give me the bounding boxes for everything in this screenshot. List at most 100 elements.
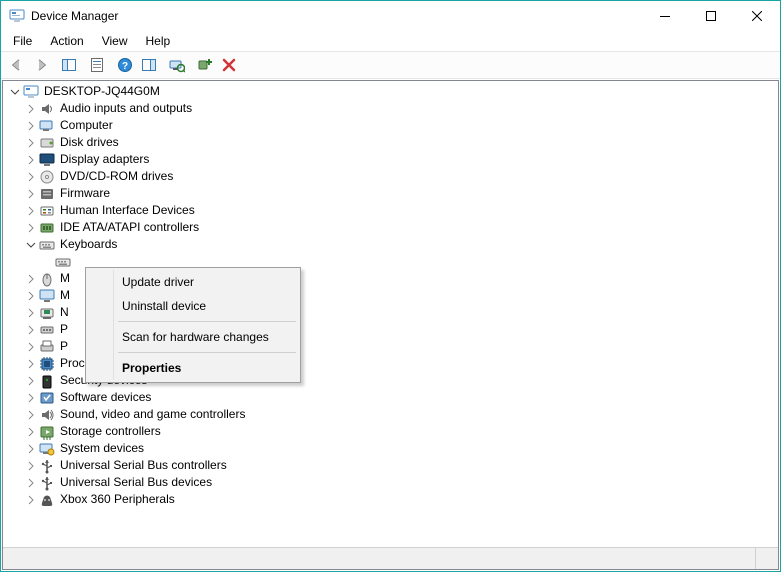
expand-icon[interactable] (23, 135, 39, 151)
status-bar (3, 547, 778, 569)
tree-category[interactable]: Audio inputs and outputs (5, 100, 776, 117)
keyboard-icon (39, 237, 55, 253)
tree-category-label: Xbox 360 Peripherals (58, 491, 177, 508)
monitor-icon (39, 288, 55, 304)
expand-icon[interactable] (23, 373, 39, 389)
context-menu-item-label: Properties (122, 361, 181, 375)
collapse-icon[interactable] (23, 237, 39, 253)
expand-icon[interactable] (23, 424, 39, 440)
expand-icon[interactable] (23, 288, 39, 304)
tree-category[interactable]: Universal Serial Bus controllers (5, 457, 776, 474)
context-menu-item[interactable]: Properties (88, 356, 298, 380)
tree-category-label: P (58, 338, 70, 355)
software-icon (39, 390, 55, 406)
expand-icon[interactable] (23, 458, 39, 474)
tree-category[interactable]: Universal Serial Bus devices (5, 474, 776, 491)
expand-icon[interactable] (23, 305, 39, 321)
disk-icon (39, 135, 55, 151)
dvd-icon (39, 169, 55, 185)
usb-icon (39, 475, 55, 491)
expand-icon[interactable] (23, 169, 39, 185)
expand-icon[interactable] (23, 271, 39, 287)
usb-icon (39, 458, 55, 474)
expand-icon[interactable] (23, 441, 39, 457)
expand-icon[interactable] (23, 322, 39, 338)
tree-category-label: Keyboards (58, 236, 119, 253)
tree-category-label: Sound, video and game controllers (58, 406, 247, 423)
menu-action[interactable]: Action (42, 33, 91, 49)
expand-icon[interactable] (23, 356, 39, 372)
tree-category[interactable]: Computer (5, 117, 776, 134)
expand-icon[interactable] (23, 339, 39, 355)
tree-category[interactable]: Software devices (5, 389, 776, 406)
tree-category-label: Disk drives (58, 134, 121, 151)
show-hide-console-tree-button[interactable] (57, 53, 81, 77)
expand-icon[interactable] (23, 152, 39, 168)
menu-view[interactable]: View (94, 33, 136, 49)
collapse-icon[interactable] (7, 84, 23, 100)
context-menu-item-label: Scan for hardware changes (122, 330, 269, 344)
expand-icon[interactable] (23, 407, 39, 423)
tree-category[interactable]: IDE ATA/ATAPI controllers (5, 219, 776, 236)
tree-category-label: Audio inputs and outputs (58, 100, 194, 117)
processor-icon (39, 356, 55, 372)
context-menu-item[interactable]: Update driver (88, 270, 298, 294)
context-menu-item[interactable]: Scan for hardware changes (88, 325, 298, 349)
tree-category[interactable]: Keyboards (5, 236, 776, 253)
tree-category[interactable]: Sound, video and game controllers (5, 406, 776, 423)
help-button[interactable]: ? (113, 53, 137, 77)
back-button[interactable] (5, 53, 29, 77)
forward-button[interactable] (29, 53, 53, 77)
keyboard-icon (55, 254, 71, 270)
context-menu-separator (118, 352, 296, 353)
uninstall-device-button[interactable] (217, 53, 241, 77)
tree-category-label: M (58, 270, 72, 287)
tree-category-label: N (58, 304, 71, 321)
firmware-icon (39, 186, 55, 202)
menu-file[interactable]: File (5, 33, 40, 49)
storage-icon (39, 424, 55, 440)
tree-category-label: Universal Serial Bus devices (58, 474, 214, 491)
expander-none (39, 254, 55, 270)
expand-icon[interactable] (23, 101, 39, 117)
tree-category[interactable]: DVD/CD-ROM drives (5, 168, 776, 185)
tree-category-label: Human Interface Devices (58, 202, 197, 219)
context-menu-item-label: Uninstall device (122, 299, 206, 313)
menu-help[interactable]: Help (138, 33, 179, 49)
tree-category[interactable]: Display adapters (5, 151, 776, 168)
tree-category[interactable]: Human Interface Devices (5, 202, 776, 219)
tree-category[interactable]: Xbox 360 Peripherals (5, 491, 776, 508)
action-pane-button[interactable] (137, 53, 161, 77)
expand-icon[interactable] (23, 475, 39, 491)
menu-bar: File Action View Help (1, 31, 780, 51)
xbox-icon (39, 492, 55, 508)
minimize-button[interactable] (642, 1, 688, 31)
system-icon (39, 441, 55, 457)
close-button[interactable] (734, 1, 780, 31)
port-icon (39, 322, 55, 338)
printqueue-icon (39, 339, 55, 355)
security-icon (39, 373, 55, 389)
display-icon (39, 152, 55, 168)
tree-root[interactable]: DESKTOP-JQ44G0M (5, 83, 776, 100)
tree-category[interactable]: Storage controllers (5, 423, 776, 440)
properties-button[interactable] (85, 53, 109, 77)
computer-icon (23, 84, 39, 100)
expand-icon[interactable] (23, 390, 39, 406)
ide-icon (39, 220, 55, 236)
context-menu: Update driver Uninstall device Scan for ha… (85, 267, 301, 383)
expand-icon[interactable] (23, 220, 39, 236)
expand-icon[interactable] (23, 118, 39, 134)
app-icon (9, 8, 25, 24)
expand-icon[interactable] (23, 203, 39, 219)
tree-category[interactable]: Firmware (5, 185, 776, 202)
add-legacy-hardware-button[interactable] (193, 53, 217, 77)
maximize-button[interactable] (688, 1, 734, 31)
toolbar: ? (1, 51, 780, 79)
tree-category[interactable]: Disk drives (5, 134, 776, 151)
scan-hardware-button[interactable] (165, 53, 189, 77)
expand-icon[interactable] (23, 186, 39, 202)
expand-icon[interactable] (23, 492, 39, 508)
context-menu-item[interactable]: Uninstall device (88, 294, 298, 318)
tree-category[interactable]: System devices (5, 440, 776, 457)
